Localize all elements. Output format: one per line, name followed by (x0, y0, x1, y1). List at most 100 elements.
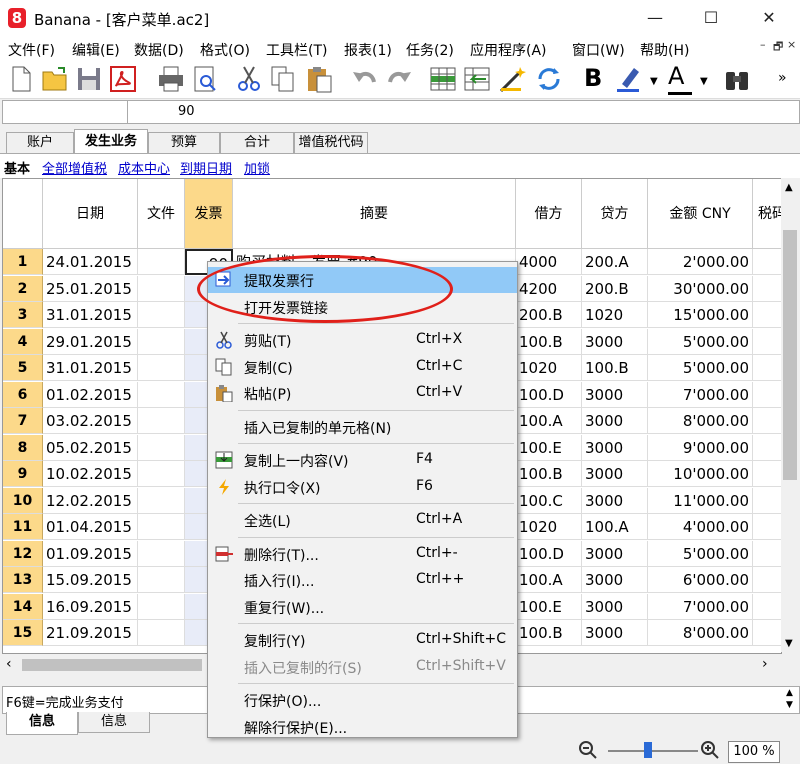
highlight-dropdown-icon[interactable]: ▼ (650, 76, 658, 87)
mdi-restore-button[interactable]: 🗗 (773, 38, 783, 57)
copy-icon[interactable] (268, 64, 298, 94)
row-number[interactable]: 4 (3, 328, 43, 355)
cell-credit[interactable]: 3000 (582, 540, 648, 567)
cell-doc[interactable] (138, 540, 185, 567)
context-menu-item[interactable]: 重复行(W)... (208, 594, 517, 620)
cell-doc[interactable] (138, 620, 185, 646)
cell-debit[interactable]: 1020 (516, 514, 582, 540)
column-header-invoice[interactable]: 发票 (185, 179, 233, 249)
column-header-description[interactable]: 摘要 (233, 179, 516, 249)
cell-vat[interactable] (753, 567, 781, 593)
mdi-close-button[interactable]: × (787, 38, 796, 51)
column-header-date[interactable]: 日期 (43, 179, 138, 249)
view-link-cost-center[interactable]: 成本中心 (118, 158, 170, 177)
highlight-icon[interactable] (614, 64, 644, 94)
view-current[interactable]: 基本 (4, 158, 30, 177)
context-menu-item[interactable]: 执行口令(X) F6 (208, 474, 517, 500)
zoom-level[interactable]: 100 % (728, 741, 780, 763)
cell-doc[interactable] (138, 514, 185, 540)
cell-amount[interactable]: 30'000.00 (648, 275, 753, 302)
minimize-button[interactable]: — (632, 0, 678, 36)
cell-vat[interactable] (753, 461, 781, 487)
menu-apps[interactable]: 应用程序(A) (470, 40, 547, 60)
cell-credit[interactable]: 100.A (582, 514, 648, 540)
scroll-right-icon[interactable]: › (762, 656, 768, 672)
cell-amount[interactable]: 8'000.00 (648, 620, 753, 646)
zoom-out-icon[interactable] (578, 740, 598, 760)
cell-debit[interactable]: 4200 (516, 275, 582, 302)
cell-amount[interactable]: 8'000.00 (648, 408, 753, 434)
context-menu-item[interactable]: 插入已复制的单元格(N) (208, 414, 517, 440)
cell-vat[interactable] (753, 541, 781, 567)
toolbar-overflow-button[interactable]: » (778, 70, 787, 86)
menu-window[interactable]: 窗口(W) (572, 40, 625, 60)
save-icon[interactable] (74, 64, 104, 94)
tab-accounts[interactable]: 账户 (6, 132, 74, 153)
column-header-vat[interactable]: 税码 (753, 179, 781, 249)
maximize-button[interactable]: ☐ (688, 0, 734, 36)
redo-icon[interactable] (384, 64, 414, 94)
print-preview-icon[interactable] (190, 64, 220, 94)
row-number[interactable]: 2 (3, 275, 43, 302)
view-link-all-vat[interactable]: 全部增值税 (42, 158, 107, 177)
column-header-amount[interactable]: 金额 CNY (648, 179, 753, 249)
cell-date[interactable]: 24.01.2015 (43, 249, 138, 275)
cell-vat[interactable] (753, 249, 781, 275)
zoom-in-icon[interactable] (700, 740, 720, 760)
row-number[interactable]: 10 (3, 487, 43, 514)
cell-debit[interactable]: 100.D (516, 540, 582, 567)
cell-date[interactable]: 31.01.2015 (43, 355, 138, 381)
cell-credit[interactable]: 200.B (582, 275, 648, 302)
formula-bar-value[interactable]: 90 (178, 104, 195, 119)
row-number[interactable]: 5 (3, 355, 43, 381)
cell-debit[interactable]: 100.E (516, 434, 582, 461)
new-file-icon[interactable] (6, 64, 36, 94)
cell-debit[interactable]: 100.B (516, 328, 582, 355)
mdi-minimize-button[interactable]: – (760, 38, 766, 51)
row-number[interactable]: 12 (3, 540, 43, 567)
cell-amount[interactable]: 5'000.00 (648, 328, 753, 355)
cell-vat[interactable] (753, 620, 781, 646)
row-number[interactable]: 13 (3, 567, 43, 593)
cell-credit[interactable]: 3000 (582, 328, 648, 355)
cell-debit[interactable]: 200.B (516, 302, 582, 328)
formula-bar[interactable] (2, 100, 800, 124)
cell-date[interactable]: 01.04.2015 (43, 514, 138, 540)
cell-credit[interactable]: 100.B (582, 355, 648, 381)
menu-help[interactable]: 帮助(H) (640, 40, 689, 60)
cell-credit[interactable]: 3000 (582, 567, 648, 593)
context-menu-item[interactable]: 复制上一内容(V) F4 (208, 447, 517, 473)
cell-vat[interactable] (753, 435, 781, 461)
cell-doc[interactable] (138, 434, 185, 461)
cell-date[interactable]: 21.09.2015 (43, 620, 138, 646)
row-number[interactable]: 15 (3, 620, 43, 646)
cell-debit[interactable]: 100.E (516, 593, 582, 620)
cut-icon[interactable] (234, 64, 264, 94)
cell-date[interactable]: 16.09.2015 (43, 593, 138, 620)
vertical-scroll-thumb[interactable] (783, 230, 797, 480)
context-menu-item[interactable]: 复制行(Y) Ctrl+Shift+C (208, 627, 517, 653)
cell-amount[interactable]: 15'000.00 (648, 302, 753, 328)
cell-amount[interactable]: 11'000.00 (648, 487, 753, 514)
scroll-up-icon[interactable]: ▲ (785, 182, 793, 193)
context-menu-item[interactable]: 全选(L) Ctrl+A (208, 507, 517, 533)
cell-doc[interactable] (138, 355, 185, 381)
scroll-left-icon[interactable]: ‹ (6, 656, 12, 672)
cell-credit[interactable]: 200.A (582, 249, 648, 275)
cell-credit[interactable]: 3000 (582, 408, 648, 434)
context-menu-item[interactable]: 剪贴(T) Ctrl+X (208, 327, 517, 353)
menu-format[interactable]: 格式(O) (200, 40, 250, 60)
cell-date[interactable]: 03.02.2015 (43, 408, 138, 434)
cell-amount[interactable]: 5'000.00 (648, 355, 753, 381)
cell-credit[interactable]: 3000 (582, 461, 648, 487)
horizontal-scroll-thumb[interactable] (22, 659, 202, 671)
scroll-down-icon[interactable]: ▼ (785, 638, 793, 649)
cell-debit[interactable]: 4000 (516, 249, 582, 275)
zoom-slider-handle[interactable] (644, 742, 652, 758)
cell-vat[interactable] (753, 276, 781, 302)
move-row-icon[interactable] (462, 64, 492, 94)
column-header-credit[interactable]: 贷方 (582, 179, 648, 249)
row-number[interactable]: 3 (3, 302, 43, 328)
cell-credit[interactable]: 3000 (582, 381, 648, 408)
cell-vat[interactable] (753, 355, 781, 381)
